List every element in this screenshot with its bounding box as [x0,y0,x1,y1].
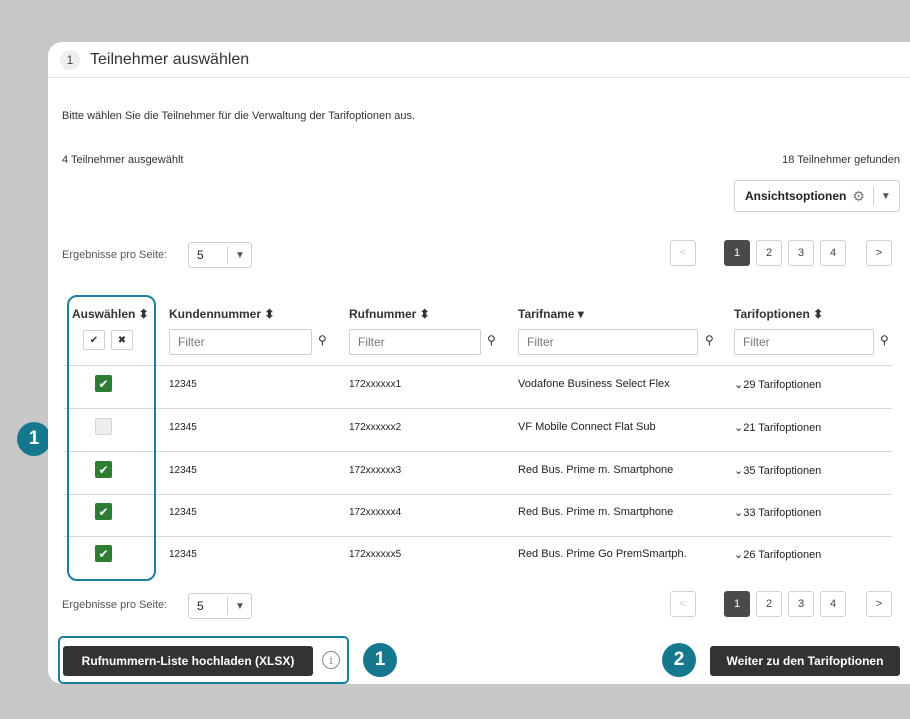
chevron-down-icon: ⌄ [734,507,744,519]
column-header-customer[interactable]: Kundennummer ⬍ [169,307,274,321]
page-4-button[interactable]: 4 [820,240,846,266]
participant-selection-card: 1 Teilnehmer auswählen [48,42,910,684]
phone-number: 172xxxxxx5 [349,549,402,560]
phone-number: 172xxxxxx1 [349,379,402,390]
customer-number: 12345 [169,465,197,476]
phone-number: 172xxxxxx2 [349,422,402,433]
search-icon[interactable]: ⚲ [705,333,714,347]
column-header-options[interactable]: Tarifoptionen ⬍ [734,307,823,321]
phone-number: 172xxxxxx3 [349,465,402,476]
page-2-button[interactable]: 2 [756,240,782,266]
customer-filter-input[interactable]: Filter [169,329,312,355]
per-page-select[interactable]: 5 ▼ [188,242,252,268]
tariff-options-toggle[interactable]: ⌄35 Tarifoptionen [734,464,821,477]
tariff-name: Red Bus. Prime m. Smartphone [518,506,674,518]
customer-number: 12345 [169,549,197,560]
per-page-label: Ergebnisse pro Seite: [62,249,168,261]
chevron-down-icon: ⌄ [734,465,744,477]
chevron-down-icon: ⌄ [734,549,744,561]
pagination-bottom: < 1 2 3 4 > [670,591,892,617]
intro-text: Bitte wählen Sie die Teilnehmer für die … [62,110,416,122]
per-page-value: 5 [197,599,204,613]
next-page-button[interactable]: > [866,240,892,266]
tariff-filter-input[interactable]: Filter [518,329,698,355]
upload-list-button[interactable]: Rufnummern-Liste hochladen (XLSX) [63,646,313,676]
page-2-button[interactable]: 2 [756,591,782,617]
selected-count: 4 Teilnehmer ausgewählt [62,154,184,166]
tariff-options-toggle[interactable]: ⌄29 Tarifoptionen [734,378,821,391]
found-count: 18 Teilnehmer gefunden [782,154,900,166]
customer-number: 12345 [169,379,197,390]
per-page-value: 5 [197,248,204,262]
column-header-phone[interactable]: Rufnummer ⬍ [349,307,430,321]
gear-icon: ⚙ [852,187,865,204]
page-3-button[interactable]: 3 [788,240,814,266]
column-header-tariff[interactable]: Tarifname ▾ [518,307,584,321]
phone-number: 172xxxxxx4 [349,507,402,518]
info-icon[interactable]: i [322,651,340,669]
per-page-select-bottom[interactable]: 5 ▼ [188,593,252,619]
view-options-button[interactable]: Ansichtsoptionen ⚙ ▼ [734,180,900,212]
page-1-button[interactable]: 1 [724,591,750,617]
search-icon[interactable]: ⚲ [318,333,327,347]
options-filter-input[interactable]: Filter [734,329,874,355]
annotation-badge-2: 2 [662,643,696,677]
prev-page-button[interactable]: < [670,240,696,266]
select-column-highlight [67,295,156,581]
chevron-down-icon: ▼ [235,600,245,612]
card-header: 1 Teilnehmer auswählen [48,42,910,78]
card-title: Teilnehmer auswählen [90,50,250,68]
continue-to-tariff-options-button[interactable]: Weiter zu den Tarifoptionen [710,646,900,676]
page-1-button[interactable]: 1 [724,240,750,266]
page-4-button[interactable]: 4 [820,591,846,617]
tariff-name: Red Bus. Prime m. Smartphone [518,464,674,476]
per-page-label-bottom: Ergebnisse pro Seite: [62,599,168,611]
tariff-options-toggle[interactable]: ⌄33 Tarifoptionen [734,506,821,519]
chevron-down-icon: ⌄ [734,422,744,434]
tariff-name: Red Bus. Prime Go PremSmartph. [518,548,687,560]
page-3-button[interactable]: 3 [788,591,814,617]
step-number: 1 [60,49,80,70]
tariff-name: Vodafone Business Select Flex [518,378,670,390]
customer-number: 12345 [169,422,197,433]
chevron-down-icon: ▼ [235,249,245,261]
tariff-name: VF Mobile Connect Flat Sub [518,421,656,433]
phone-filter-input[interactable]: Filter [349,329,481,355]
tariff-options-toggle[interactable]: ⌄21 Tarifoptionen [734,421,821,434]
annotation-badge-1: 1 [17,422,51,456]
annotation-badge-1-upload: 1 [363,643,397,677]
tariff-options-toggle[interactable]: ⌄26 Tarifoptionen [734,548,821,561]
next-page-button[interactable]: > [866,591,892,617]
search-icon[interactable]: ⚲ [487,333,496,347]
customer-number: 12345 [169,507,197,518]
chevron-down-icon: ▼ [880,190,891,202]
view-options-label: Ansichtsoptionen [745,189,847,203]
chevron-down-icon: ⌄ [734,379,744,391]
pagination-top: < 1 2 3 4 > [670,240,892,266]
prev-page-button[interactable]: < [670,591,696,617]
search-icon[interactable]: ⚲ [880,333,889,347]
